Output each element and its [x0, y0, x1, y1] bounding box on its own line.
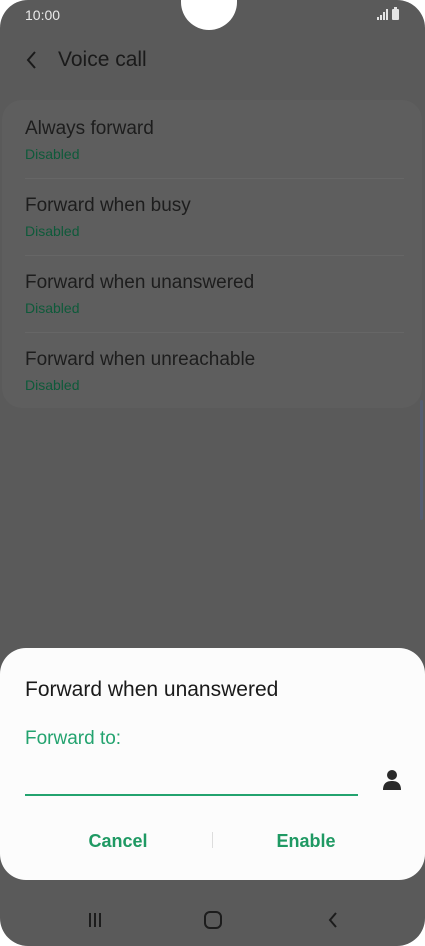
- forward-dialog: Forward when unanswered Forward to: Canc…: [0, 648, 425, 880]
- setting-forward-when-unanswered[interactable]: Forward when unanswered Disabled: [2, 254, 422, 331]
- setting-title: Forward when unreachable: [25, 349, 256, 370]
- setting-status: Disabled: [25, 223, 80, 239]
- navigation-bar: [0, 895, 425, 946]
- forward-to-label: Forward to:: [25, 728, 122, 749]
- recents-icon: [89, 913, 101, 927]
- chevron-left-icon: [26, 51, 36, 69]
- setting-forward-when-unreachable[interactable]: Forward when unreachable Disabled: [2, 331, 422, 408]
- status-icons: [377, 7, 399, 20]
- setting-forward-when-busy[interactable]: Forward when busy Disabled: [2, 177, 422, 254]
- setting-status: Disabled: [25, 377, 80, 393]
- camera-notch: [181, 0, 237, 30]
- setting-title: Always forward: [25, 118, 154, 139]
- enable-button[interactable]: Enable: [216, 824, 396, 858]
- page-title: Voice call: [58, 48, 147, 71]
- contacts-button[interactable]: [378, 766, 406, 794]
- person-icon: [383, 770, 401, 790]
- phone-screen: 10:00 Voice call Always forward Disabled…: [0, 0, 425, 946]
- home-button[interactable]: [193, 903, 233, 937]
- dialog-title: Forward when unanswered: [25, 678, 279, 701]
- forwarding-options-list: Always forward Disabled Forward when bus…: [2, 100, 422, 408]
- signal-icon: [377, 9, 388, 20]
- button-divider: [212, 832, 213, 848]
- status-time: 10:00: [25, 7, 61, 23]
- setting-status: Disabled: [25, 300, 80, 316]
- app-header: Voice call: [0, 38, 425, 82]
- nav-back-button[interactable]: [313, 903, 353, 937]
- back-icon: [328, 912, 337, 928]
- battery-icon: [392, 7, 399, 20]
- setting-status: Disabled: [25, 146, 80, 162]
- setting-title: Forward when unanswered: [25, 272, 255, 293]
- setting-title: Forward when busy: [25, 195, 191, 216]
- back-button[interactable]: [14, 44, 50, 76]
- recents-button[interactable]: [75, 903, 115, 937]
- home-icon: [204, 911, 222, 929]
- forward-number-input[interactable]: [25, 766, 358, 796]
- scroll-indicator: [420, 400, 423, 520]
- setting-always-forward[interactable]: Always forward Disabled: [2, 100, 422, 177]
- cancel-button[interactable]: Cancel: [28, 824, 208, 858]
